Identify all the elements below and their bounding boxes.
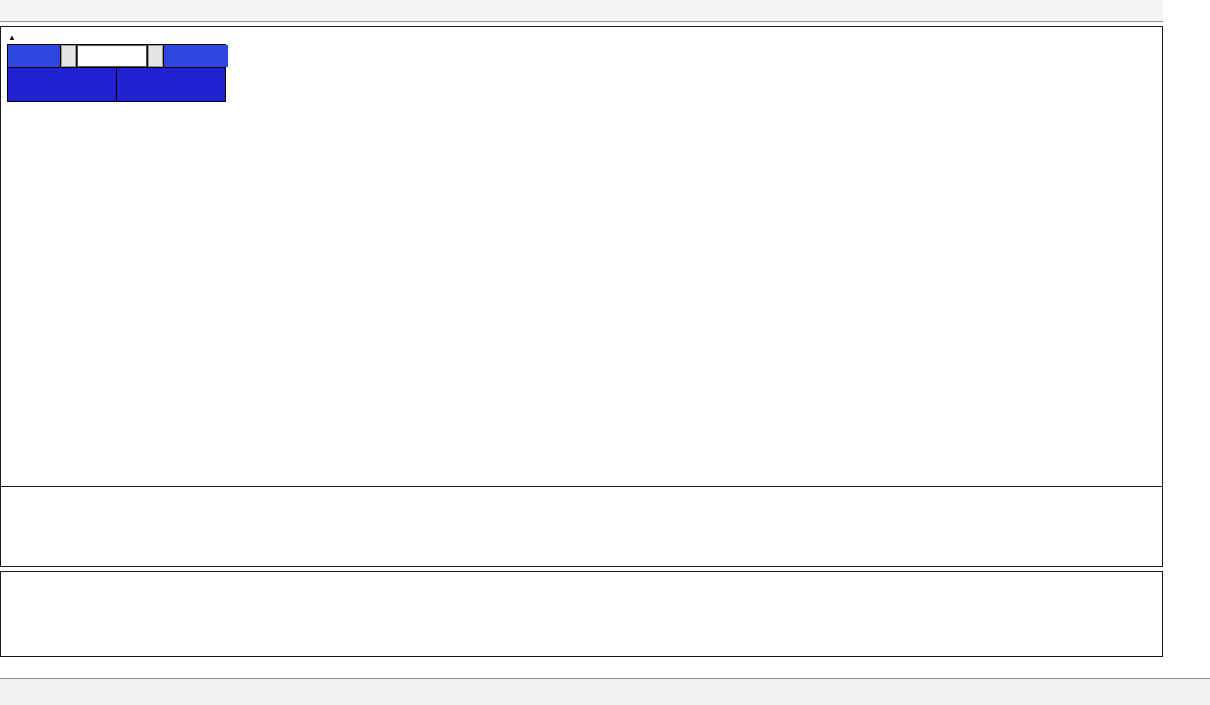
macd-chart[interactable] [1,487,1162,566]
buy-price-display[interactable] [117,68,225,101]
symbol-triangle-icon: ▲ [8,33,16,42]
rsi-chart[interactable] [1,572,1162,656]
macd-indicator-pane[interactable] [0,486,1163,567]
trading-terminal-window: ▲ [0,0,1210,705]
volume-decrease-button[interactable] [61,45,76,67]
chart-tab-bar [0,678,1210,705]
volume-input[interactable] [77,45,147,67]
trade-panel-controls [8,45,228,67]
buy-button[interactable] [164,45,228,67]
date-axis[interactable] [0,657,1163,677]
sell-button[interactable] [8,45,60,67]
timeframe-toolbar [0,0,1210,22]
macd-label [7,490,10,501]
rsi-label [7,575,10,586]
chart-title: ▲ [8,31,25,43]
one-click-trade-panel [7,44,226,102]
volume-increase-button[interactable] [148,45,163,67]
price-axis[interactable] [1163,0,1210,676]
rsi-indicator-pane[interactable] [0,571,1163,657]
trade-panel-prices [8,68,228,101]
sell-price-display[interactable] [8,68,116,101]
